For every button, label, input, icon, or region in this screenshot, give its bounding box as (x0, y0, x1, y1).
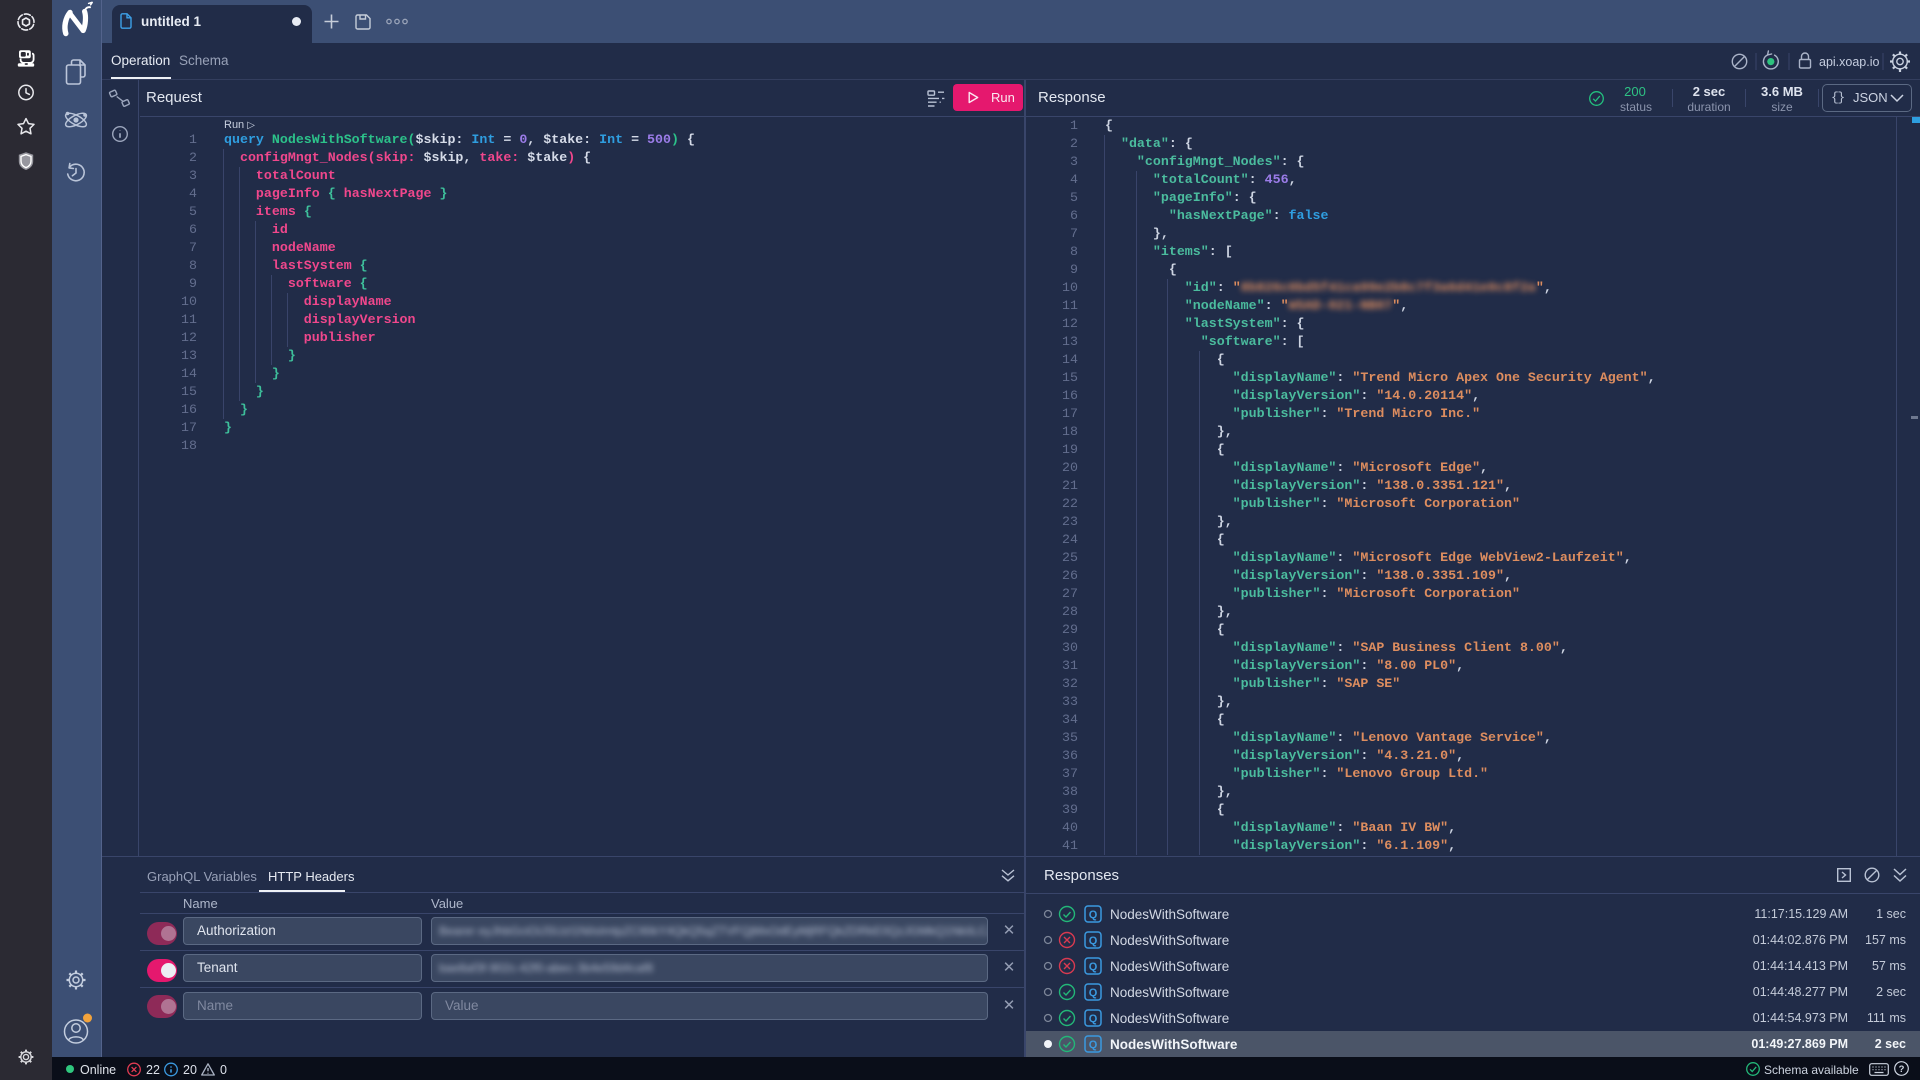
svg-text:Q: Q (1089, 961, 1098, 973)
svg-text:Q: Q (1089, 987, 1098, 999)
svg-text:Q: Q (1089, 909, 1098, 921)
svg-text:Q: Q (1089, 1013, 1098, 1025)
svg-text:Q: Q (1089, 1039, 1098, 1051)
svg-text:Q: Q (1089, 935, 1098, 947)
svg-text:?: ? (1899, 1064, 1905, 1075)
